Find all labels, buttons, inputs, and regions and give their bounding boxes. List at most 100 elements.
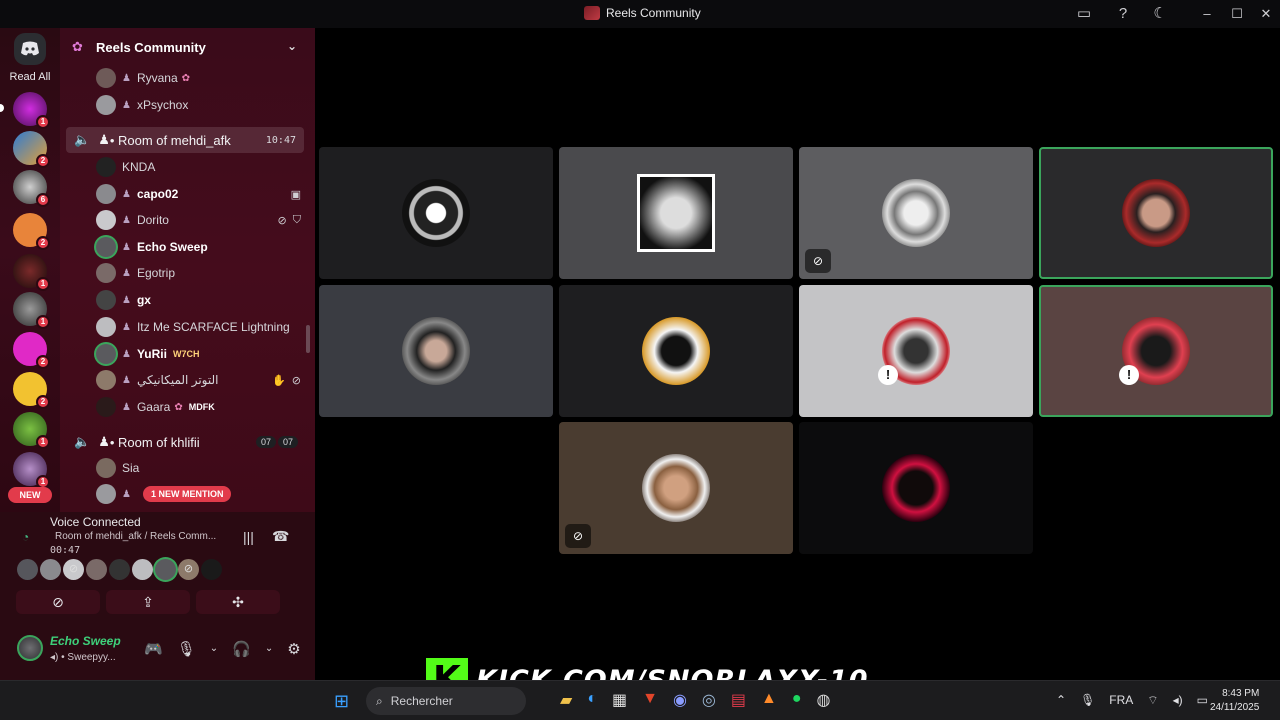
volume-icon[interactable]: ◂) xyxy=(1173,693,1183,708)
participant-tile[interactable] xyxy=(559,147,793,279)
server-icon-4[interactable]: 2 xyxy=(13,213,50,250)
server-icon-1[interactable]: 1 xyxy=(13,92,50,129)
read-all-button[interactable]: Read All xyxy=(0,71,60,83)
participant-avatar[interactable] xyxy=(17,559,38,580)
spotify-icon[interactable]: ● xyxy=(792,690,802,710)
participant-tile[interactable]: ⊘ xyxy=(799,147,1033,279)
noise-suppression-icon[interactable]: ||| xyxy=(243,529,254,545)
unread-pill xyxy=(0,104,4,112)
microphone-icon[interactable]: 🎙 xyxy=(1080,693,1095,708)
new-servers-pill[interactable]: NEW xyxy=(8,487,52,503)
voice-member[interactable]: ♟ capo02 ▣ xyxy=(60,182,315,206)
participant-tile[interactable]: ⊘ xyxy=(559,422,793,554)
discord-home-button[interactable] xyxy=(14,33,46,65)
voice-member[interactable]: ♟ 1 NEW MENTION xyxy=(60,482,315,506)
voice-member[interactable]: Sia xyxy=(60,456,315,480)
server-icon-10[interactable]: 1 xyxy=(13,452,50,489)
voice-member[interactable]: ♟ التوتر الميكانيكي ✋ ⊘ xyxy=(60,368,315,392)
participant-tile[interactable] xyxy=(319,285,553,417)
sidebar-scrollbar[interactable] xyxy=(306,325,310,353)
voice-status-title[interactable]: Voice Connected xyxy=(50,515,141,529)
participant-tile[interactable] xyxy=(559,285,793,417)
activities-button[interactable]: ✣ xyxy=(196,590,280,614)
maximize-button[interactable]: ☐ xyxy=(1227,5,1247,23)
participant-avatar[interactable]: ⊘ xyxy=(178,559,199,580)
server-icon-6[interactable]: 1 xyxy=(13,292,50,329)
language-indicator[interactable]: FRA xyxy=(1109,693,1133,708)
user-icon: ♟ xyxy=(98,132,110,147)
chrome-icon[interactable]: ◍ xyxy=(817,690,831,710)
chevron-down-icon[interactable]: ⌄ xyxy=(287,39,297,53)
participant-avatar[interactable] xyxy=(155,559,176,580)
voice-member[interactable]: KNDA xyxy=(60,155,315,179)
screen-share-button[interactable]: ⇪ xyxy=(106,590,190,614)
server-header[interactable]: ✿ Reels Community ⌄ xyxy=(60,28,315,66)
close-button[interactable]: ✕ xyxy=(1256,5,1276,23)
server-icon-2[interactable]: 2 xyxy=(13,131,50,168)
voice-member[interactable]: ♟ gx xyxy=(60,288,315,312)
participant-tile[interactable] xyxy=(319,147,553,279)
voice-channel-path[interactable]: Room of mehdi_afk / Reels Comm... xyxy=(55,531,216,542)
voice-member[interactable]: ♟ YuRii W7CH xyxy=(60,342,315,366)
server-icon-5[interactable]: 1 xyxy=(13,254,50,291)
clock-time: 8:43 PM xyxy=(1222,688,1260,699)
participant-avatar[interactable]: ⊘ xyxy=(63,559,84,580)
user-avatar[interactable] xyxy=(17,635,43,661)
voicemeeter-icon[interactable]: ▤ xyxy=(731,690,746,710)
chevron-down-icon[interactable]: ⌄ xyxy=(265,640,273,658)
voice-channel-room-of-mehdi[interactable]: 🔈 ♟ • Room of mehdi_afk 10:47 xyxy=(66,127,304,153)
minimize-button[interactable]: – xyxy=(1197,5,1217,23)
microphone-icon[interactable]: 🎙 xyxy=(177,640,196,658)
user-count: 07 xyxy=(255,436,276,448)
inbox-icon[interactable]: ▭ xyxy=(1075,5,1093,23)
disconnect-icon[interactable]: ☎ xyxy=(272,528,289,545)
steam-icon[interactable]: ◎ xyxy=(702,690,716,710)
chevron-down-icon[interactable]: ⌄ xyxy=(210,640,218,658)
brave-browser-icon[interactable]: ▼ xyxy=(642,690,658,710)
chevron-up-icon[interactable]: ⌃ xyxy=(1056,693,1066,708)
participant-tile-speaking[interactable] xyxy=(1039,147,1273,279)
participant-avatar[interactable] xyxy=(40,559,61,580)
taskbar-clock[interactable]: 8:43 PM 24/11/2025 xyxy=(1210,687,1259,715)
sleep-icon[interactable]: ☾ xyxy=(1151,5,1169,23)
member-name: Itz Me SCARFACE Lightning xyxy=(136,320,290,334)
clipchamp-icon[interactable]: ▲ xyxy=(761,690,777,710)
signal-icon[interactable]: ◔ xyxy=(22,530,29,544)
new-mention-badge[interactable]: 1 NEW MENTION xyxy=(142,486,232,502)
gamepad-icon[interactable]: 🎮 xyxy=(144,640,163,658)
store-icon[interactable]: ▦ xyxy=(612,690,627,710)
settings-gear-icon[interactable]: ⚙ xyxy=(287,640,300,658)
server-icon-3[interactable]: 6 xyxy=(13,170,50,207)
taskbar-search[interactable]: ⌕ Rechercher xyxy=(366,687,526,715)
voice-member[interactable]: ♟ Echo Sweep xyxy=(60,235,315,259)
voice-member[interactable]: ♟ Egotrip xyxy=(60,261,315,285)
user-display-name[interactable]: Echo Sweep xyxy=(50,634,121,648)
camera-off-button[interactable]: ⊘ xyxy=(16,590,100,614)
voice-member[interactable]: ♟ Itz Me SCARFACE Lightning xyxy=(60,315,315,339)
edge-browser-icon[interactable]: ◐ xyxy=(587,690,597,710)
wifi-icon[interactable]: ⌔ xyxy=(1147,693,1158,708)
participant-tile[interactable]: ! xyxy=(799,285,1033,417)
member-name: Egotrip xyxy=(136,266,175,280)
headphones-icon[interactable]: 🎧 xyxy=(232,640,251,658)
participant-tile[interactable] xyxy=(799,422,1033,554)
server-icon-9[interactable]: 1 xyxy=(13,412,50,449)
voice-member[interactable]: ♟ Ryvana ✿ xyxy=(60,66,315,90)
windows-start-icon[interactable]: ⊞ xyxy=(334,691,349,712)
voice-member[interactable]: ♟ Gaara ✿ MDFK xyxy=(60,395,315,419)
participant-avatar[interactable] xyxy=(201,559,222,580)
battery-icon[interactable]: ▭ xyxy=(1197,693,1208,708)
server-icon-7[interactable]: 2 xyxy=(13,332,50,369)
participant-tile-speaking[interactable]: ! xyxy=(1039,285,1273,417)
user-custom-status[interactable]: ◂) • Sweepyy... xyxy=(50,652,116,663)
discord-icon[interactable]: ◉ xyxy=(673,690,687,710)
participant-avatar[interactable] xyxy=(86,559,107,580)
voice-member[interactable]: ♟ Dorito ⊘ ⛉ xyxy=(60,208,315,232)
participant-avatar[interactable] xyxy=(132,559,153,580)
file-explorer-icon[interactable]: ▰ xyxy=(560,690,572,710)
voice-member[interactable]: ♟ xPsychox xyxy=(60,93,315,117)
server-icon-8[interactable]: 2 xyxy=(13,372,50,409)
participant-avatar[interactable] xyxy=(109,559,130,580)
voice-channel-room-of-khlifii[interactable]: 🔈 ♟ • Room of khlifii 07 07 xyxy=(66,429,304,455)
help-icon[interactable]: ? xyxy=(1114,5,1132,23)
